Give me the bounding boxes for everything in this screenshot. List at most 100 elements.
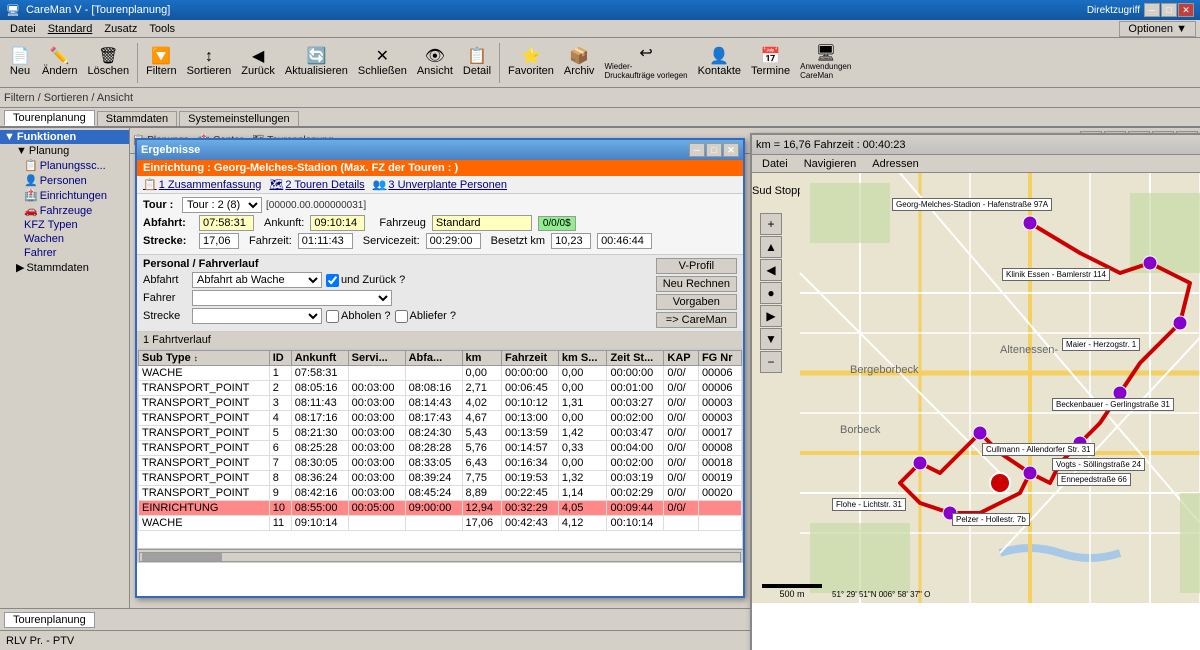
col-zeit-st[interactable]: Zeit St... [607,351,664,366]
minimize-btn[interactable]: ─ [1144,3,1160,17]
sidebar-wachen[interactable]: Wachen [0,232,129,246]
table-row[interactable]: TRANSPORT_POINT508:21:3000:03:0008:24:30… [139,426,742,441]
menu-datei[interactable]: Datei [4,22,42,36]
table-row[interactable]: WACHE107:58:310,0000:00:000,0000:00:000/… [139,366,742,381]
table-row[interactable]: TRANSPORT_POINT608:25:2800:03:0008:28:28… [139,441,742,456]
col-ankunft[interactable]: Ankunft [291,351,348,366]
col-subtype[interactable]: Sub Type ↕ [139,351,270,366]
vorgaben-btn[interactable]: Vorgaben [656,294,737,310]
menu-zusatz[interactable]: Zusatz [98,22,143,36]
table-row[interactable]: TRANSPORT_POINT308:11:4300:03:0008:14:43… [139,396,742,411]
options-btn[interactable]: Optionen ▼ [1119,21,1196,37]
menu-standard[interactable]: Standard [42,22,99,36]
sidebar-fahrzeuge[interactable]: 🚗 Fahrzeuge [0,203,129,218]
tour-id: [00000.00.000000031] [266,200,366,211]
table-row[interactable]: TRANSPORT_POINT708:30:0500:03:0008:33:05… [139,456,742,471]
toolbar-edit[interactable]: ✏️ Ändern [38,47,81,79]
map-menu-adressen[interactable]: Adressen [866,157,924,171]
sidebar-personen[interactable]: 👤 Personen [0,173,129,188]
table-row[interactable]: WACHE1109:10:1417,0600:42:434,1200:10:14 [139,516,742,531]
map-center[interactable]: ● [760,282,782,304]
toolbar-new[interactable]: 📄 Neu [4,47,36,79]
map-menu-navigieren[interactable]: Navigieren [798,157,863,171]
table-row[interactable]: TRANSPORT_POINT808:36:2400:03:0008:39:24… [139,471,742,486]
sidebar-planungsc[interactable]: 📋 Planungssc... [0,158,129,173]
col-id[interactable]: ID [269,351,291,366]
toolbar-view[interactable]: 👁 Ansicht [413,47,457,79]
toolbar-delete[interactable]: 🗑 Löschen [83,47,133,79]
toolbar-dates[interactable]: 📅 Termine [747,47,794,79]
personal-abfahrt-select[interactable]: Abfahrt ab Wache [192,272,322,288]
map-right[interactable]: ▶ [760,305,782,327]
fahrzeit-input[interactable] [298,233,353,249]
abfahrt-input[interactable] [199,215,254,231]
col-fg-nr[interactable]: FG Nr [698,351,741,366]
v-profil-btn[interactable]: V-Profil [656,258,737,274]
map-up[interactable]: ▲ [760,236,782,258]
menu-tools[interactable]: Tools [143,22,181,36]
toolbar-reprint[interactable]: ↩ Wieder-Druckaufträge vorlegen [600,44,691,82]
toolbar-filter[interactable]: 🔽 Filtern [142,47,181,79]
table-cell-0-0: WACHE [139,366,270,381]
servicezeit-input[interactable] [426,233,481,249]
toolbar-sort[interactable]: ↕ Sortieren [183,47,236,79]
besetzt-km-input[interactable] [551,233,591,249]
results-minimize[interactable]: ─ [689,143,705,157]
abholen-check[interactable]: Abholen ? [326,310,391,323]
sidebar-einrichtungen[interactable]: 🏥 Einrichtungen [0,188,129,203]
close-btn[interactable]: ✕ [1178,3,1194,17]
col-km[interactable]: km [462,351,501,366]
sidebar-stammdaten[interactable]: ▶ Stammdaten [0,260,129,275]
map-display[interactable]: Bergeborbeck Borbeck Altenessen-Sud Stop… [752,173,1200,603]
col-fahrzeit[interactable]: Fahrzeit [501,351,558,366]
col-km-s[interactable]: km S... [558,351,607,366]
sidebar-kfz-typen[interactable]: KFZ Typen [0,218,129,232]
toolbar-contacts[interactable]: 👤 Kontakte [694,47,745,79]
toolbar-apps[interactable]: 🖥 AnwendungenCareMan [796,44,855,82]
table-row[interactable]: TRANSPORT_POINT408:17:1600:03:0008:17:43… [139,411,742,426]
map-menu-datei[interactable]: Datei [756,157,794,171]
map-zoom-in[interactable]: + [760,213,782,235]
tab-systemeinstellungen[interactable]: Systemeinstellungen [179,111,299,126]
sidebar-planung[interactable]: ▼ Planung [0,144,129,158]
col-abfa[interactable]: Abfa... [405,351,462,366]
table-row[interactable]: EINRICHTUNG1008:55:0000:05:0009:00:0012,… [139,501,742,516]
table-row[interactable]: TRANSPORT_POINT208:05:1600:03:0008:08:16… [139,381,742,396]
abliefer-check[interactable]: Abliefer ? [395,310,456,323]
map-down[interactable]: ▼ [760,328,782,350]
col-kap[interactable]: KAP [664,351,699,366]
ankunft-input[interactable] [310,215,365,231]
map-window: km = 16,76 Fahrzeit : 00:40:23 ─ □ ✕ Dat… [750,133,1200,650]
maximize-btn[interactable]: □ [1161,3,1177,17]
nav-zusammenfassung[interactable]: 📋 1 Zusammenfassung [143,178,261,191]
map-zoom-out[interactable]: − [760,351,782,373]
fahrzeug-input[interactable] [432,215,532,231]
besetzt-time-input[interactable] [597,233,652,249]
fahrer-select[interactable] [192,290,392,306]
toolbar-close[interactable]: ✕ Schließen [354,47,411,79]
tour-select[interactable]: Tour : 2 (8) [182,197,262,213]
tab-stammdaten[interactable]: Stammdaten [97,111,177,126]
toolbar-detail[interactable]: 📋 Detail [459,47,495,79]
neu-rechnen-btn[interactable]: Neu Rechnen [656,276,737,292]
careman-btn[interactable]: => CareMan [656,312,737,328]
sidebar-fahrer[interactable]: Fahrer [0,246,129,260]
bottom-tab-tourenplanung[interactable]: Tourenplanung [4,612,95,628]
col-servi[interactable]: Servi... [348,351,405,366]
toolbar-favorites[interactable]: ⭐ Favoriten [504,47,558,79]
toolbar-archive[interactable]: 📦 Archiv [560,47,599,79]
nav-unverplante[interactable]: 👥 3 Unverplante Personen [373,178,507,191]
table-container[interactable]: Sub Type ↕ ID Ankunft Servi... Abfa... k… [137,349,743,549]
toolbar-back[interactable]: ◀ Zurück [237,47,279,79]
tab-tourenplanung[interactable]: Tourenplanung [4,110,95,126]
toolbar-refresh[interactable]: 🔄 Aktualisieren [281,47,352,79]
table-row[interactable]: TRANSPORT_POINT908:42:1600:03:0008:45:24… [139,486,742,501]
sidebar-header-funktionen[interactable]: ▼ Funktionen [0,130,129,144]
results-maximize[interactable]: □ [706,143,722,157]
und-zurueck-check[interactable]: und Zurück ? [326,274,405,287]
results-close[interactable]: ✕ [723,143,739,157]
nav-touren-details[interactable]: 🗺 2 Touren Details [269,178,364,191]
map-left[interactable]: ◀ [760,259,782,281]
strecke-input[interactable] [199,233,239,249]
strecke-select[interactable] [192,308,322,324]
